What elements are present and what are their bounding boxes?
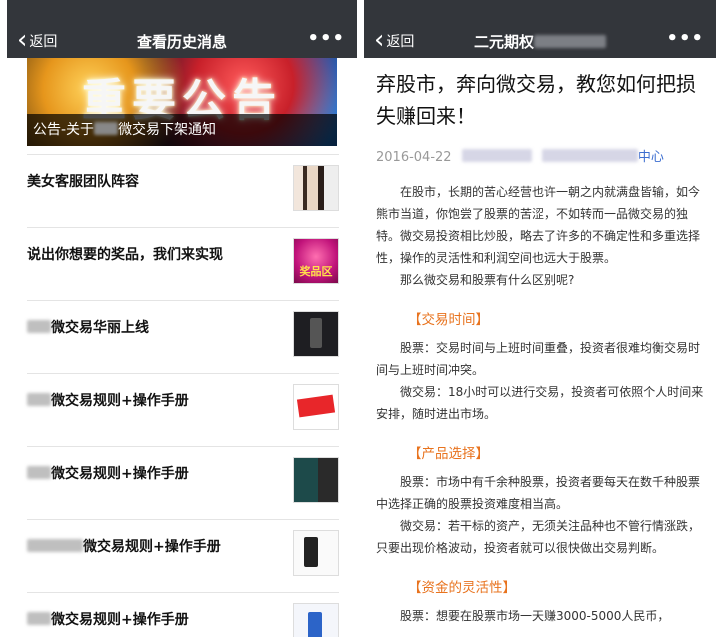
paragraph: 股票：交易时间与上班时间重叠，投资者很难均衡交易时间与上班时间冲突。 bbox=[376, 341, 701, 377]
thumbnail: 奖品区 bbox=[293, 238, 339, 284]
title-text: 二元期权 bbox=[473, 33, 534, 51]
list-item[interactable]: 微交易华丽上线 bbox=[27, 300, 339, 373]
history-messages-screen: ‹ 返回 查看历史消息 ••• 重要公告 公告-关于 微交易下架通知 美女客服团队… bbox=[7, 0, 357, 637]
back-button[interactable]: ‹ 返回 bbox=[374, 0, 414, 58]
list-item[interactable]: 微交易规则+操作手册 bbox=[27, 519, 339, 592]
thumb-label: 奖品区 bbox=[299, 265, 333, 278]
item-title: 微交易规则+操作手册 bbox=[27, 609, 279, 629]
redacted-text bbox=[27, 539, 83, 552]
article-screen: ‹ 返回 二元期权 ••• 弃股市，奔向微交易，教您如何把损失赚回来！ 2016… bbox=[364, 0, 716, 637]
item-title: 说出你想要的奖品，我们来实现 bbox=[27, 247, 223, 263]
back-label: 返回 bbox=[386, 34, 415, 50]
banner-caption: 公告-关于 微交易下架通知 bbox=[27, 114, 337, 146]
paragraph: 股票：市场中有千余种股票，投资者要每天在数千种股票中选择正确的股票投资难度相当高… bbox=[376, 475, 701, 511]
list-item[interactable]: 美女客服团队阵容 bbox=[27, 154, 339, 227]
list-item[interactable]: 微交易规则+操作手册 bbox=[27, 592, 339, 637]
redacted-text bbox=[27, 320, 51, 333]
article-date: 2016-04-22 bbox=[376, 150, 452, 165]
phone-graphic bbox=[308, 612, 322, 637]
list-item[interactable]: 微交易规则+操作手册 bbox=[27, 446, 339, 519]
back-label: 返回 bbox=[29, 34, 58, 50]
section-heading: 【资金的灵活性】 bbox=[408, 580, 516, 596]
phone-graphic bbox=[310, 318, 322, 348]
redacted-text bbox=[27, 393, 51, 406]
section-heading: 【产品选择】 bbox=[408, 446, 489, 462]
item-title: 微交易规则+操作手册 bbox=[27, 463, 279, 483]
redacted-text bbox=[27, 466, 51, 479]
thumbnail bbox=[293, 384, 339, 430]
item-title: 美女客服团队阵容 bbox=[27, 174, 139, 190]
paragraph: 微交易：18小时可以进行交易，投资者可依照个人时间来安排，随时进出市场。 bbox=[376, 385, 704, 421]
more-icon[interactable]: ••• bbox=[307, 28, 345, 49]
redacted-text bbox=[461, 149, 532, 162]
announcement-banner[interactable]: 重要公告 公告-关于 微交易下架通知 bbox=[27, 58, 337, 146]
article-title: 弃股市，奔向微交易，教您如何把损失赚回来！ bbox=[376, 72, 696, 128]
caption-suffix: 微交易下架通知 bbox=[118, 122, 217, 138]
article-body: 在股市，长期的苦心经营也许一朝之内就满盘皆输，如今熊市当道，你饱尝了股票的苦涩，… bbox=[376, 181, 704, 627]
list-item[interactable]: 说出你想要的奖品，我们来实现 奖品区 bbox=[27, 227, 339, 300]
paragraph: 微交易：若干标的资产，无须关注品种也不管行情涨跌，只要出现价格波动，投资者就可以… bbox=[376, 519, 701, 555]
nav-bar: ‹ 返回 二元期权 ••• bbox=[364, 0, 716, 58]
phone-graphic bbox=[304, 537, 318, 567]
item-title-text: 微交易华丽上线 bbox=[51, 320, 149, 336]
thumbnail bbox=[293, 603, 339, 637]
item-title-text: 微交易规则+操作手册 bbox=[51, 466, 189, 482]
section-heading: 【交易时间】 bbox=[408, 312, 489, 328]
caption-prefix: 公告-关于 bbox=[33, 122, 95, 138]
thumbnail bbox=[293, 457, 339, 503]
item-title-text: 微交易规则+操作手册 bbox=[83, 539, 221, 555]
paragraph: 那么微交易和股票有什么区别呢? bbox=[400, 273, 575, 287]
author-link[interactable]: 中心 bbox=[638, 150, 664, 165]
thumbnail bbox=[293, 530, 339, 576]
chevron-left-icon: ‹ bbox=[17, 24, 28, 55]
redacted-text bbox=[94, 122, 119, 135]
item-title-text: 微交易规则+操作手册 bbox=[51, 612, 189, 628]
item-title: 微交易规则+操作手册 bbox=[27, 390, 279, 410]
item-title-text: 微交易规则+操作手册 bbox=[51, 393, 189, 409]
list-item[interactable]: 微交易规则+操作手册 bbox=[27, 373, 339, 446]
item-title: 微交易华丽上线 bbox=[27, 317, 279, 337]
paragraph: 股票：想要在股票市场一天赚3000-5000人民币， bbox=[400, 609, 670, 623]
message-list: 美女客服团队阵容 说出你想要的奖品，我们来实现 奖品区 微交易华丽上线 微交易规… bbox=[27, 154, 339, 637]
thumbnail bbox=[293, 165, 339, 211]
redacted-text bbox=[534, 35, 606, 48]
page-title: 二元期权 bbox=[424, 0, 656, 58]
article: 弃股市，奔向微交易，教您如何把损失赚回来！ 2016-04-22 中心 在股市，… bbox=[376, 68, 704, 627]
redacted-text bbox=[27, 612, 51, 625]
page-title: 查看历史消息 bbox=[136, 33, 227, 51]
article-meta: 2016-04-22 中心 bbox=[376, 146, 704, 165]
red-banner-graphic bbox=[296, 394, 336, 418]
back-button[interactable]: ‹ 返回 bbox=[17, 0, 57, 58]
item-title: 微交易规则+操作手册 bbox=[27, 536, 279, 556]
nav-bar: ‹ 返回 查看历史消息 ••• bbox=[7, 0, 357, 58]
paragraph: 在股市，长期的苦心经营也许一朝之内就满盘皆输，如今熊市当道，你饱尝了股票的苦涩，… bbox=[376, 185, 701, 265]
thumbnail bbox=[293, 311, 339, 357]
redacted-text[interactable] bbox=[541, 149, 638, 162]
chevron-left-icon: ‹ bbox=[374, 24, 385, 55]
more-icon[interactable]: ••• bbox=[666, 28, 704, 49]
